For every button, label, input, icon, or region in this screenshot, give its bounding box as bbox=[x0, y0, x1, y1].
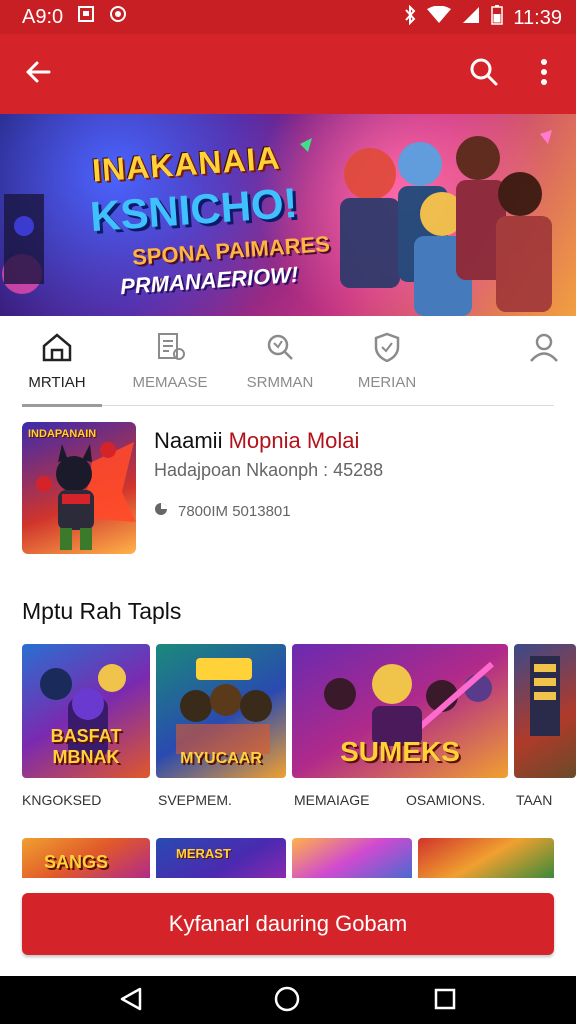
square-recents-icon bbox=[433, 987, 457, 1016]
game-card[interactable] bbox=[514, 644, 576, 778]
tab-merian[interactable]: MERIAN bbox=[354, 332, 420, 391]
wifi-icon bbox=[427, 5, 452, 30]
featured-title-primary: Naamii bbox=[154, 428, 229, 453]
nav-back-button[interactable] bbox=[116, 986, 146, 1016]
status-time-right: 11:39 bbox=[513, 6, 562, 29]
game-card-label: SVEPMEM. bbox=[158, 792, 232, 808]
triangle-back-icon bbox=[119, 986, 143, 1017]
system-nav-bar bbox=[0, 976, 576, 1024]
tab-merian-label: MERIAN bbox=[357, 374, 417, 391]
more-vert-icon bbox=[540, 58, 548, 91]
game-card-art-text: BASFAT MBNAK bbox=[50, 726, 122, 767]
featured-meta: Hadajpoan Nkaonph : 45288 bbox=[154, 460, 384, 480]
status-bar: A9:0 11:39 bbox=[0, 0, 576, 34]
active-tab-indicator bbox=[22, 404, 102, 407]
game-card-label: OSAMIONS. bbox=[406, 792, 486, 808]
back-button[interactable] bbox=[18, 54, 58, 94]
tab-search-label: SRMMAN bbox=[246, 374, 314, 391]
featured-game[interactable]: INDAPANAIN Naamii Mopnia Molai Hadajpoan… bbox=[22, 422, 554, 554]
featured-title: Naamii Mopnia Molai bbox=[154, 428, 359, 454]
status-time-left: A9:0 bbox=[22, 5, 64, 28]
game-card-art-text: SUMEKS bbox=[340, 736, 460, 767]
more-options-button[interactable] bbox=[524, 54, 564, 94]
magnifier-icon bbox=[263, 334, 297, 366]
game-card[interactable]: SANGS bbox=[22, 838, 150, 878]
nav-home-button[interactable] bbox=[272, 986, 302, 1016]
game-card[interactable]: MYUCAAR bbox=[156, 644, 286, 778]
battery-icon bbox=[491, 5, 504, 31]
document-icon bbox=[153, 333, 187, 366]
tab-search[interactable]: SRMMAN bbox=[244, 332, 316, 391]
tab-messages-label: MEMAASE bbox=[132, 374, 208, 391]
info-dot-icon bbox=[154, 502, 168, 520]
game-card-label: KNGOKSED bbox=[22, 792, 102, 808]
game-card-art-text: MYUCAAR bbox=[180, 750, 262, 767]
arrow-left-icon bbox=[23, 57, 53, 92]
search-icon bbox=[469, 57, 499, 92]
bluetooth-icon bbox=[403, 4, 417, 31]
nav-recents-button[interactable] bbox=[430, 986, 460, 1016]
tab-home-label: MRTIAH bbox=[28, 374, 86, 391]
game-card[interactable]: BASFAT MBNAK bbox=[22, 644, 150, 778]
featured-thumbnail-text: INDAPANAIN bbox=[28, 428, 97, 440]
house-icon bbox=[40, 333, 74, 366]
game-card-label: TAAN bbox=[516, 792, 553, 808]
signal-icon bbox=[461, 6, 481, 30]
featured-info: 7800IM 5013801 bbox=[154, 502, 291, 520]
game-card-label: MEMAIAGE bbox=[294, 792, 370, 808]
game-card[interactable] bbox=[418, 838, 554, 878]
tab-messages[interactable]: MEMAASE bbox=[128, 332, 212, 391]
app-bar bbox=[0, 34, 576, 114]
notification-circle-icon bbox=[109, 5, 127, 29]
tab-bar: MRTIAH MEMAASE SRMMAN MERIAN bbox=[0, 316, 576, 408]
primary-action-button[interactable]: Kyfanarl dauring Gobam bbox=[22, 893, 554, 955]
game-card[interactable] bbox=[292, 838, 412, 878]
profile-icon bbox=[527, 333, 561, 366]
hero-banner[interactable]: INAKANAIA KSNICHO! SPONA PAIMARES PRMANA… bbox=[0, 114, 576, 316]
game-card[interactable]: SUMEKS bbox=[292, 644, 508, 778]
game-card[interactable]: MERAST bbox=[156, 838, 286, 878]
game-card-row-2: SANGS MERAST bbox=[22, 838, 576, 878]
featured-title-accent: Mopnia Molai bbox=[228, 428, 360, 453]
game-card-art-text: SANGS bbox=[44, 852, 109, 872]
tab-home[interactable]: MRTIAH bbox=[22, 332, 92, 391]
notification-square-icon bbox=[77, 5, 95, 29]
featured-info-text: 7800IM 5013801 bbox=[178, 502, 291, 520]
game-card-art-text: MERAST bbox=[176, 846, 231, 861]
featured-thumbnail[interactable]: INDAPANAIN bbox=[22, 422, 136, 554]
circle-home-icon bbox=[273, 985, 301, 1018]
section-title: Mptu Rah Tapls bbox=[22, 598, 182, 624]
shield-icon bbox=[370, 332, 404, 366]
game-card-row: BASFAT MBNAK MYUCAAR SUMEKS KNGOKSED SVE… bbox=[22, 644, 576, 814]
search-button[interactable] bbox=[464, 54, 504, 94]
tab-profile[interactable] bbox=[524, 332, 564, 366]
